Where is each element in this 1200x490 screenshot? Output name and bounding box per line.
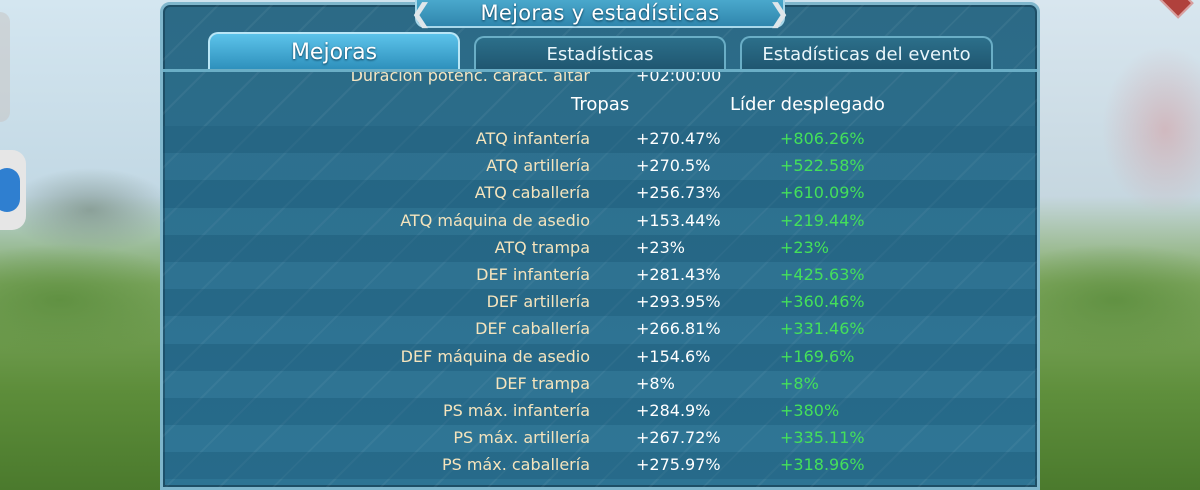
stat-row: ATQ trampa +23% +23% bbox=[163, 234, 1037, 262]
tab-estadisticas[interactable]: Estadísticas bbox=[474, 36, 726, 70]
stat-label: DEF máquina de asedio bbox=[400, 346, 590, 366]
stat-label: PS máx. artillería bbox=[453, 428, 590, 448]
leader-value: +522.58% bbox=[780, 156, 865, 176]
panel-title-banner: Mejoras y estadísticas bbox=[415, 0, 785, 28]
column-headers: Tropas Líder desplegado bbox=[163, 94, 1037, 120]
leader-value: +425.63% bbox=[780, 264, 865, 284]
stat-label: DEF trampa bbox=[495, 373, 590, 393]
stat-label: DEF infantería bbox=[476, 264, 590, 284]
stat-row: DEF máquina de asedio +154.6% +169.6% bbox=[163, 343, 1037, 371]
stat-label: DEF caballería bbox=[475, 319, 590, 339]
stat-value: +02:00:00 bbox=[636, 72, 722, 85]
troops-value: +293.95% bbox=[636, 292, 721, 312]
tab-estadisticas-evento[interactable]: Estadísticas del evento bbox=[740, 36, 993, 70]
troops-value: +281.43% bbox=[636, 264, 721, 284]
stat-row-partial: Duración potenc. caract. altar +02:00:00 bbox=[163, 72, 1037, 86]
troops-value: +275.97% bbox=[636, 455, 721, 475]
tab-mejoras[interactable]: Mejoras bbox=[208, 32, 460, 70]
stat-row: PS máx. artillería +267.72% +335.11% bbox=[163, 425, 1037, 453]
leader-value: +360.46% bbox=[780, 292, 865, 312]
stat-label: ATQ trampa bbox=[494, 237, 590, 257]
leader-value: +8% bbox=[780, 373, 819, 393]
stat-row: ATQ máquina de asedio +153.44% +219.44% bbox=[163, 207, 1037, 235]
stat-row: ATQ infantería +270.47% +806.26% bbox=[163, 126, 1037, 154]
stat-label: PS máx. infantería bbox=[442, 400, 590, 420]
column-header-troops: Tropas bbox=[571, 94, 630, 115]
stat-label: PS máx. caballería bbox=[441, 455, 590, 475]
troops-value: +284.9% bbox=[636, 400, 711, 420]
stats-content[interactable]: Duración potenc. caract. altar +02:00:00… bbox=[163, 72, 1037, 490]
stat-row: DEF trampa +8% +8% bbox=[163, 370, 1037, 398]
troops-value: +270.47% bbox=[636, 129, 721, 148]
chevron-left-icon: ❮ bbox=[410, 0, 432, 29]
leader-value: +335.11% bbox=[780, 428, 865, 448]
stat-row: ATQ artillería +270.5% +522.58% bbox=[163, 153, 1037, 181]
background-scenery-right bbox=[1035, 0, 1200, 490]
tab-divider bbox=[163, 69, 1037, 72]
troops-value: +8% bbox=[636, 373, 675, 393]
column-header-leader: Líder desplegado bbox=[730, 94, 885, 115]
troops-value: +256.73% bbox=[636, 183, 721, 203]
stat-label: ATQ artillería bbox=[486, 156, 590, 176]
chevron-right-icon: ❯ bbox=[768, 0, 790, 29]
troops-value: +154.6% bbox=[636, 346, 711, 366]
leader-value: +610.09% bbox=[780, 183, 865, 203]
stat-label: ATQ infantería bbox=[475, 129, 590, 148]
stat-label: DEF artillería bbox=[486, 292, 590, 312]
stat-row: DEF infantería +281.43% +425.63% bbox=[163, 261, 1037, 290]
stat-row: PS máx. infantería +284.9% +380% bbox=[163, 397, 1037, 426]
troops-value: +270.5% bbox=[636, 156, 711, 176]
stat-label: ATQ máquina de asedio bbox=[400, 210, 590, 230]
troops-value: +153.44% bbox=[636, 210, 721, 230]
troops-value: +23% bbox=[636, 237, 685, 257]
stat-row: DEF artillería +293.95% +360.46% bbox=[163, 289, 1037, 317]
troops-value: +267.72% bbox=[636, 428, 721, 448]
side-button-icon bbox=[0, 168, 20, 212]
background-scenery-left bbox=[0, 0, 170, 490]
stat-label: Duración potenc. caract. altar bbox=[350, 72, 590, 85]
leader-value: +318.96% bbox=[780, 455, 865, 475]
stat-label: ATQ caballería bbox=[474, 183, 590, 203]
leader-value: +380% bbox=[780, 400, 840, 420]
leader-value: +331.46% bbox=[780, 319, 865, 339]
panel-title: Mejoras y estadísticas bbox=[480, 1, 720, 25]
leader-value: +806.26% bbox=[780, 129, 865, 148]
stat-row: DEF caballería +266.81% +331.46% bbox=[163, 316, 1037, 344]
stats-list: ATQ infantería +270.47% +806.26% ATQ artil… bbox=[163, 126, 1037, 480]
leader-value: +219.44% bbox=[780, 210, 865, 230]
side-menu-handle[interactable] bbox=[0, 12, 10, 122]
leader-value: +23% bbox=[780, 237, 829, 257]
stat-row: ATQ caballería +256.73% +610.09% bbox=[163, 180, 1037, 208]
stat-row: PS máx. caballería +275.97% +318.96% bbox=[163, 452, 1037, 480]
leader-value: +169.6% bbox=[780, 346, 855, 366]
troops-value: +266.81% bbox=[636, 319, 721, 339]
side-button[interactable] bbox=[0, 150, 26, 230]
